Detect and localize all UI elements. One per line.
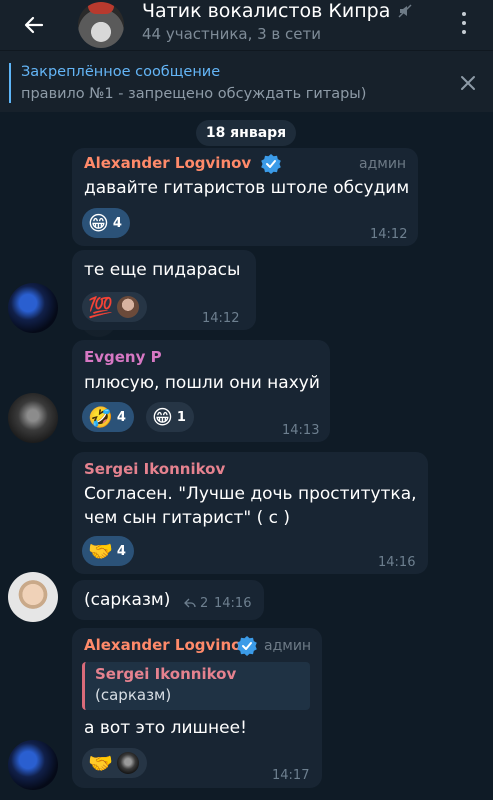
message-text: а вот это лишнее! xyxy=(84,718,247,738)
reaction-emoji: 🤝 xyxy=(88,539,113,563)
reactor-avatar xyxy=(116,296,139,318)
reply-quote[interactable]: Sergei Ikonnikov (сарказм) xyxy=(82,662,310,710)
pinned-message[interactable]: Закреплённое сообщение правило №1 - запр… xyxy=(0,50,493,112)
sender-name[interactable]: Evgeny P xyxy=(84,348,162,366)
reaction-chip[interactable]: 💯 xyxy=(82,292,147,322)
reaction-emoji: 💯 xyxy=(88,295,113,319)
date-separator: 18 января xyxy=(196,120,296,146)
reply-quote-text: (сарказм) xyxy=(95,686,172,704)
message-bubble[interactable]: Alexander Logvinov админ давайте гитарис… xyxy=(72,148,418,246)
message-bubble[interactable]: (сарказм) 2 14:16 xyxy=(72,580,264,620)
message-text: (сарказм) xyxy=(84,590,171,610)
message-text-line: чем сын гитарист" ( с ) xyxy=(84,508,291,528)
reaction-chip[interactable]: 😁 1 xyxy=(146,402,194,432)
more-menu-button[interactable] xyxy=(452,10,476,36)
verified-icon xyxy=(261,154,281,174)
message-time: 14:17 xyxy=(272,768,310,783)
reaction-emoji: 🤝 xyxy=(88,751,113,775)
reply-count[interactable]: 2 xyxy=(200,596,208,611)
dot-icon xyxy=(462,29,466,34)
message-text-line: Согласен. "Лучше дочь проститутка, xyxy=(84,484,417,504)
role-label: админ xyxy=(264,638,312,654)
pinned-text: правило №1 - запрещено обсуждать гитары) xyxy=(21,86,367,102)
message-bubble[interactable]: Alexander Logvinov админ Sergei Ikonniko… xyxy=(72,628,322,788)
reactor-avatar xyxy=(116,752,139,774)
pinned-indicator xyxy=(9,63,11,103)
message-text: плюсую, пошли они нахуй xyxy=(84,373,320,393)
message-time: 14:12 xyxy=(202,311,240,326)
reaction-chip[interactable]: 🤝 xyxy=(82,748,147,778)
message-time: 14:12 xyxy=(370,227,408,242)
reaction-count: 4 xyxy=(116,543,126,559)
reaction-count: 4 xyxy=(112,215,122,231)
user-avatar[interactable] xyxy=(8,393,58,443)
reply-arrow-icon xyxy=(184,598,196,608)
message-text: те еще пидарасы xyxy=(84,260,241,280)
reply-sender-name: Sergei Ikonnikov xyxy=(95,665,237,683)
chat-title[interactable]: Чатик вокалистов Кипра xyxy=(142,0,390,22)
message-time: 14:16 xyxy=(378,555,416,570)
dot-icon xyxy=(462,20,466,25)
user-avatar[interactable] xyxy=(8,572,58,622)
reaction-count: 4 xyxy=(116,409,126,425)
chat-avatar[interactable] xyxy=(78,2,124,48)
message-time: 14:13 xyxy=(282,423,320,438)
message-bubble[interactable]: те еще пидарасы 💯 14:12 xyxy=(72,250,256,330)
sender-name[interactable]: Alexander Logvinov xyxy=(84,154,251,172)
reaction-emoji: 😁 xyxy=(88,211,109,235)
message-time: 14:16 xyxy=(214,596,252,611)
reaction-emoji: 😁 xyxy=(152,405,173,429)
user-avatar[interactable] xyxy=(8,283,58,333)
reaction-chip[interactable]: 🤝 4 xyxy=(82,536,134,566)
sender-name[interactable]: Sergei Ikonnikov xyxy=(84,460,225,478)
chat-subtitle: 44 участника, 3 в сети xyxy=(142,25,321,43)
message-bubble[interactable]: Sergei Ikonnikov Согласен. "Лучше дочь п… xyxy=(72,452,428,574)
pinned-title: Закреплённое сообщение xyxy=(21,64,221,80)
user-avatar[interactable] xyxy=(8,740,58,790)
close-icon[interactable] xyxy=(458,73,478,93)
arrow-left-icon xyxy=(24,16,44,34)
dot-icon xyxy=(462,12,466,17)
reaction-count: 1 xyxy=(176,409,186,425)
chat-header: Чатик вокалистов Кипра 44 участника, 3 в… xyxy=(0,0,493,50)
message-text: давайте гитаристов штоле обсудим xyxy=(84,178,410,198)
sender-name[interactable]: Alexander Logvinov xyxy=(84,636,251,654)
message-bubble[interactable]: Evgeny P плюсую, пошли они нахуй 🤣 4 😁 1… xyxy=(72,340,330,442)
reaction-chip[interactable]: 😁 4 xyxy=(82,208,130,238)
back-button[interactable] xyxy=(20,11,48,39)
muted-icon xyxy=(398,4,412,18)
reaction-emoji: 🤣 xyxy=(88,405,113,429)
role-label: админ xyxy=(359,156,407,172)
reaction-chip[interactable]: 🤣 4 xyxy=(82,402,134,432)
verified-icon xyxy=(237,636,257,656)
